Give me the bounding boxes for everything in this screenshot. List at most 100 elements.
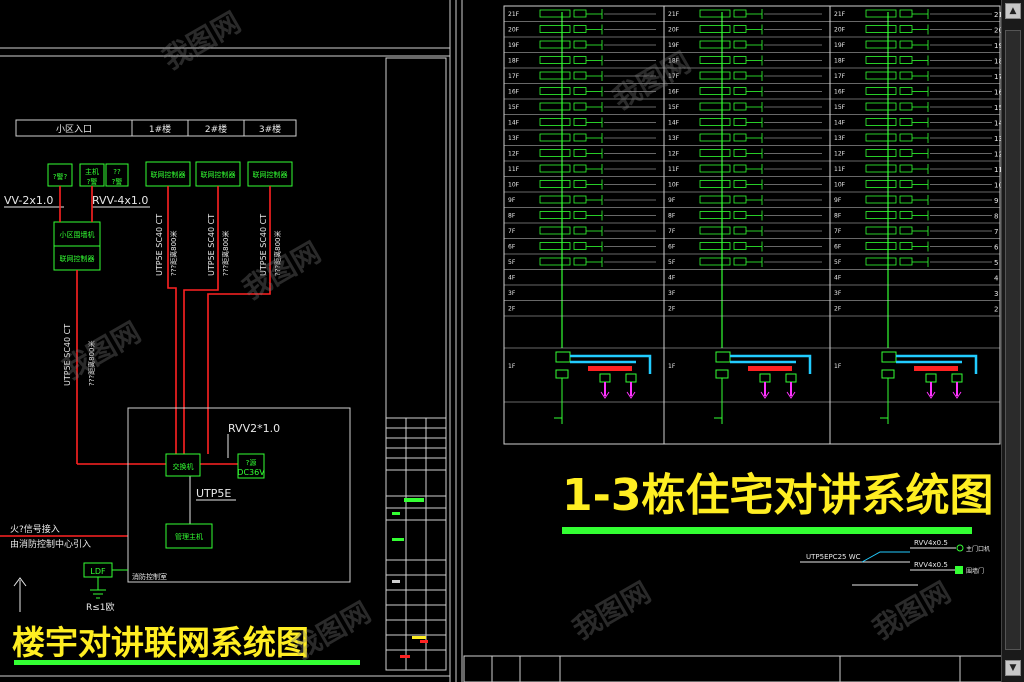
- right-floor-number: 2: [994, 306, 998, 314]
- floor-label: 20F: [668, 27, 680, 34]
- floor-label: 9F: [668, 197, 676, 204]
- legend-wall-gate: 围墙门: [966, 567, 984, 575]
- floor-label: 2F: [668, 306, 676, 313]
- scroll-down-button[interactable]: ▼: [1005, 660, 1021, 676]
- vertical-scrollbar[interactable]: ▲ ▼: [1001, 0, 1024, 682]
- floor-label: 8F: [508, 213, 516, 220]
- floor-label: 5F: [668, 259, 676, 266]
- left-title: 楼宇对讲联网系统图: [12, 623, 309, 662]
- floor-label: 7F: [834, 228, 842, 235]
- floor-label: 21F: [508, 11, 520, 18]
- rvv-mid-label: RVV-4x1.0: [92, 194, 148, 207]
- floor-label: 11F: [668, 166, 680, 173]
- floor-label: 11F: [834, 166, 846, 173]
- floor-label: 13F: [668, 135, 680, 142]
- right-floor-number: 6: [994, 244, 999, 252]
- device-c1: ??: [113, 168, 121, 176]
- floor-label: 3F: [508, 290, 516, 297]
- network-controller-1: 联网控制器: [151, 170, 186, 179]
- floor-label: 5F: [834, 259, 842, 266]
- network-controller-3: 联网控制器: [253, 170, 288, 179]
- scroll-up-button[interactable]: ▲: [1005, 3, 1021, 19]
- floor-label: 4F: [834, 275, 842, 282]
- lobby-red-bar: [914, 366, 958, 371]
- floor-label: 21F: [668, 11, 680, 18]
- floor-label: 10F: [668, 182, 680, 189]
- right-floor-number: 4: [994, 275, 999, 283]
- legend-rvv-a: RVV4x0.5: [914, 539, 948, 547]
- floor-label: 19F: [834, 42, 846, 49]
- floor-label: 9F: [834, 197, 842, 204]
- legend-main-gate: 主门口机: [966, 545, 990, 553]
- floor-label: 3F: [668, 290, 676, 297]
- floor-label: 6F: [508, 244, 516, 251]
- gate-unit: 小区围墙机: [60, 230, 95, 239]
- floor-label: 15F: [508, 104, 520, 111]
- utp5e-label: UTP5E: [196, 487, 231, 500]
- floor-label: 11F: [508, 166, 520, 173]
- floor-label: 5F: [508, 259, 516, 266]
- floor-label: 1F: [668, 363, 676, 370]
- right-title: 1-3栋住宅对讲系统图: [562, 470, 994, 521]
- floor-label: 6F: [834, 244, 842, 251]
- floor-label: 20F: [834, 27, 846, 34]
- floor-label: 12F: [834, 151, 846, 158]
- device-alarm-b2: ?警: [87, 177, 98, 186]
- cable-label-2a: UTP5E SC40 CT: [207, 214, 216, 276]
- floor-label: 14F: [668, 120, 680, 127]
- floor-label: 18F: [508, 58, 520, 65]
- gate-controller: 联网控制器: [60, 254, 95, 263]
- floor-label: 7F: [668, 228, 676, 235]
- header-cell-entrance: 小区入口: [56, 124, 92, 135]
- right-title-underline: [562, 527, 972, 534]
- floor-label: 16F: [834, 89, 846, 96]
- lobby-red-bar: [748, 366, 792, 371]
- cable-label-1a: UTP5E SC40 CT: [155, 214, 164, 276]
- network-controller-2: 联网控制器: [201, 170, 236, 179]
- rvv-left-label: VV-2x1.0: [4, 194, 53, 207]
- floor-label: 2F: [508, 306, 516, 313]
- floor-label: 16F: [508, 89, 520, 96]
- device-host-b1: 主机: [85, 167, 99, 176]
- floor-label: 14F: [834, 120, 846, 127]
- right-floor-number: 9: [994, 197, 998, 205]
- cable-label-2b: ???距离800米: [221, 230, 230, 276]
- floor-label: 1F: [508, 363, 516, 370]
- left-title-dash: [412, 636, 426, 639]
- floor-label: 20F: [508, 27, 520, 34]
- floor-label: 4F: [508, 275, 516, 282]
- cable-label-1b: ???距离800米: [169, 230, 178, 276]
- floor-label: 15F: [834, 104, 846, 111]
- scroll-thumb[interactable]: [1005, 30, 1021, 650]
- device-alarm-c2: ?警: [112, 177, 123, 186]
- rvv2-label: RVV2*1.0: [228, 422, 280, 435]
- fire-signal-label: 火?信号接入: [10, 523, 60, 535]
- floor-label: 13F: [834, 135, 846, 142]
- floor-label: 16F: [668, 89, 680, 96]
- management-host: 管理主机: [175, 532, 203, 541]
- right-floor-number: 7: [994, 228, 998, 236]
- fire-source-label: 由消防控制中心引入: [10, 538, 91, 550]
- switch-device: 交换机: [173, 462, 194, 471]
- floor-label: 17F: [834, 73, 846, 80]
- floor-label: 1F: [834, 363, 842, 370]
- terminal-box: LDF: [90, 567, 106, 576]
- floor-label: 21F: [834, 11, 846, 18]
- right-floor-number: 3: [994, 290, 998, 298]
- floor-label: 7F: [508, 228, 516, 235]
- floor-label: 9F: [508, 197, 516, 204]
- floor-label: 4F: [668, 275, 676, 282]
- header-cell-bldg1: 1#楼: [149, 123, 171, 135]
- legend-rvv-b: RVV4x0.5: [914, 561, 948, 569]
- floor-label: 12F: [668, 151, 680, 158]
- ground-resistance-label: R≤1欧: [86, 601, 115, 613]
- floor-label: 18F: [834, 58, 846, 65]
- floor-label: 3F: [834, 290, 842, 297]
- control-room-label: 消防控制室: [132, 572, 167, 581]
- cad-drawing-canvas: 小区入口 1#楼 2#楼 3#楼 ?警? 主机 ?警 ?? ?警 联网控制器 联…: [0, 0, 1024, 682]
- floor-label: 15F: [668, 104, 680, 111]
- right-floor-number: 5: [994, 259, 998, 267]
- right-floor-number: 8: [994, 213, 998, 221]
- floor-label: 2F: [834, 306, 842, 313]
- power-unit-b: DC36V: [237, 468, 265, 477]
